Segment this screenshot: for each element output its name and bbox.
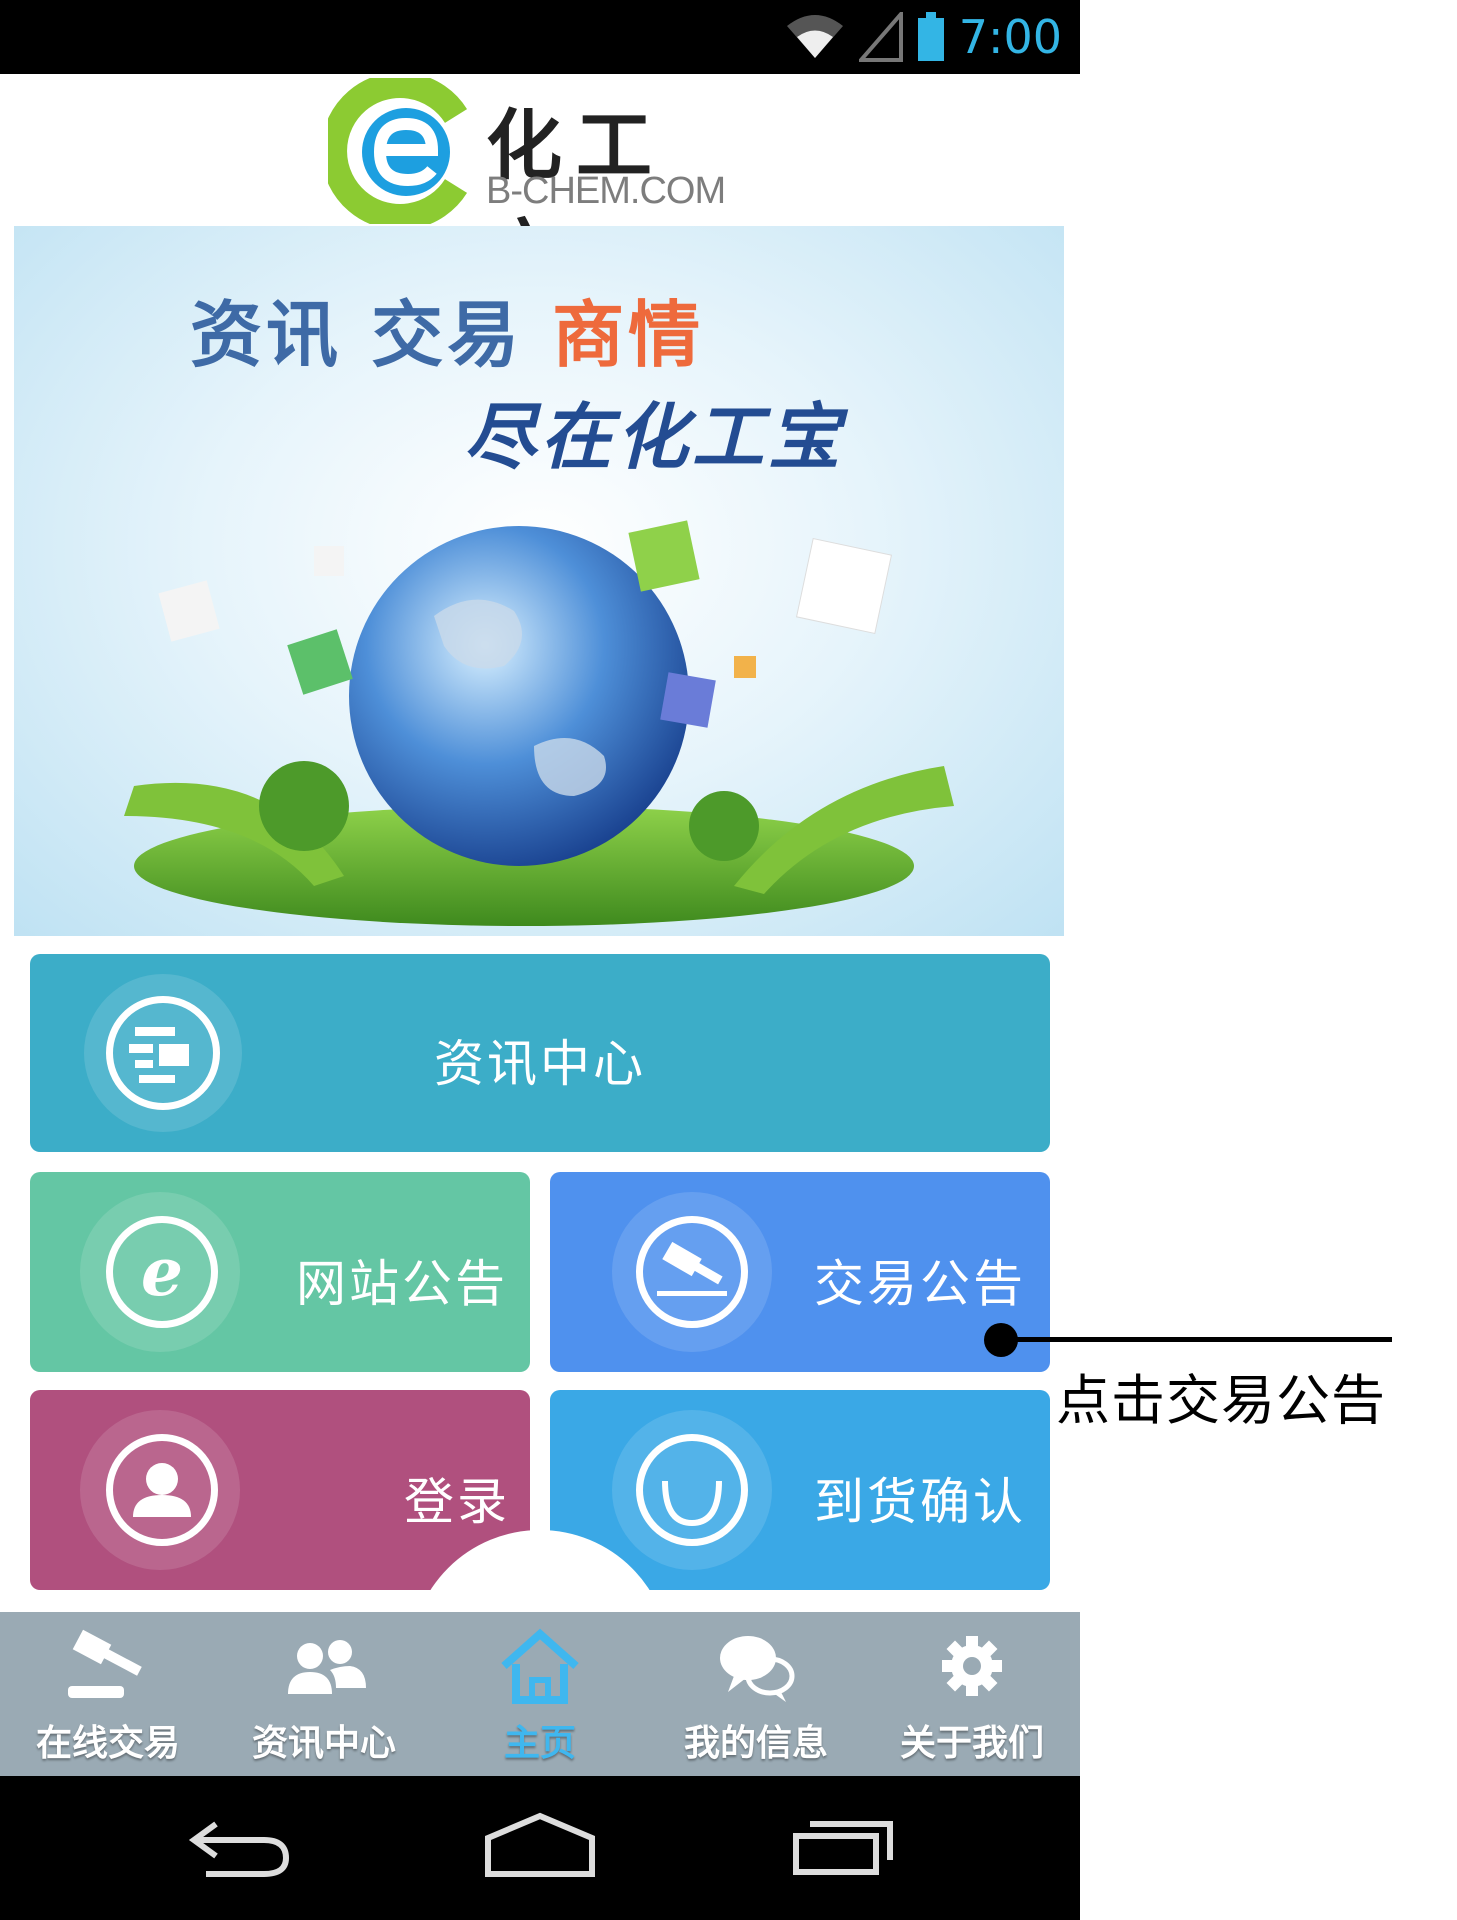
nav-my-info[interactable]: 我的信息 [648,1612,864,1776]
annotation-text: 点击交易公告 [1056,1369,1386,1432]
annotation-dot [984,1323,1018,1357]
smile-icon [636,1434,748,1546]
nav-online-trade[interactable]: 在线交易 [0,1612,216,1776]
people-icon [288,1640,366,1694]
annotation-line [1002,1337,1392,1342]
recents-icon[interactable] [790,1810,896,1880]
nav-news-center-label: 资讯中心 [251,1723,396,1764]
battery-icon [917,12,944,61]
logo-text-en: B-CHEM.COM [486,170,726,212]
bottom-nav: 在线交易 资讯中心 主页 我的信息 关于我们 [0,1612,1080,1776]
nav-home-label: 主页 [503,1723,576,1764]
nav-news-center[interactable]: 资讯中心 [216,1612,432,1776]
gavel-icon [636,1216,748,1328]
nav-online-trade-label: 在线交易 [35,1723,180,1764]
back-icon[interactable] [186,1812,296,1882]
logo: 化工宝 B-CHEM.COM [328,78,748,300]
app-header: 化工宝 B-CHEM.COM [0,74,1080,300]
chat-icon [720,1636,795,1702]
trade-notice-tile[interactable]: 交易公告 [550,1172,1050,1372]
e-icon: e [106,1216,218,1328]
news-icon [106,996,220,1110]
site-notice-label: 网站公告 [296,1255,508,1313]
promo-banner[interactable]: 资讯 交易 商情 尽在化工宝 [14,226,1064,936]
globe-illustration [124,520,954,926]
gear-icon [942,1636,1002,1696]
clock: 7:00 [958,10,1062,64]
logo-e-icon [328,78,468,224]
nav-my-info-label: 我的信息 [683,1723,828,1764]
wifi-icon [786,15,843,58]
nav-home[interactable]: 主页 [432,1612,648,1776]
arrival-confirm-tile[interactable]: 到货确认 [550,1390,1050,1590]
arrival-confirm-label: 到货确认 [814,1473,1026,1531]
status-bar: 7:00 [0,0,1080,74]
nav-about-us-label: 关于我们 [899,1723,1044,1764]
home-icon [501,1628,579,1704]
home-button-icon[interactable] [484,1810,596,1880]
user-icon [106,1434,218,1546]
site-notice-tile[interactable]: e 网站公告 [30,1172,530,1372]
status-icons: 7:00 [785,8,1062,66]
signal-icon [858,12,903,62]
nav-about-us[interactable]: 关于我们 [864,1612,1080,1776]
gavel-icon [68,1629,142,1698]
system-nav-bar [0,1776,1080,1920]
login-label: 登录 [404,1473,510,1531]
phone-screen: 7:00 化工宝 B-CHEM.COM 资讯 交易 商情 尽在化工宝 [0,0,1080,1920]
news-center-label: 资讯中心 [434,1035,646,1093]
trade-notice-label: 交易公告 [814,1255,1026,1313]
news-center-tile[interactable]: 资讯中心 [30,954,1050,1152]
